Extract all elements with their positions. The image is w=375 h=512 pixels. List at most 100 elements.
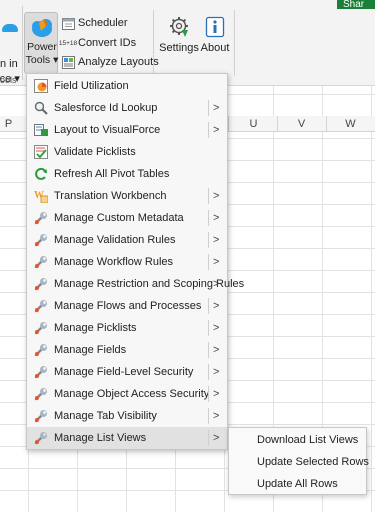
wrench-icon	[34, 410, 47, 423]
submenu-item-update-selected-rows[interactable]: Update Selected Rows	[229, 451, 369, 473]
partial-login-button[interactable]: n in rce ▾	[0, 14, 22, 85]
layout-icon	[61, 55, 75, 69]
chevron-right-icon: >	[213, 278, 220, 290]
layout-vf-icon	[34, 124, 48, 136]
menu-item-label: Manage Validation Rules	[54, 234, 176, 246]
wrench-icon	[34, 234, 47, 247]
convert-ids-icon: 15+18	[58, 39, 78, 47]
menu-item-label: Manage Object Access Security	[54, 388, 210, 400]
about-label: About	[200, 42, 230, 54]
info-icon	[205, 16, 225, 38]
submenu-item-download-list-views[interactable]: Download List Views	[229, 429, 366, 451]
chevron-right-icon: >	[213, 300, 220, 312]
wrench-icon	[34, 212, 47, 225]
refresh-icon	[35, 167, 47, 180]
menu-item-label: Manage Fields	[54, 344, 127, 356]
chevron-right-icon: >	[213, 190, 220, 202]
menu-item-label: Salesforce Id Lookup	[54, 102, 158, 114]
menu-item-label: Manage List Views	[54, 432, 147, 444]
wrench-icon	[34, 388, 47, 401]
cloud-icon	[2, 24, 18, 32]
chevron-right-icon: >	[213, 388, 220, 400]
menu-item-manage-field-level-security[interactable]: Manage Field-Level Security >	[27, 361, 227, 383]
menu-item-manage-tab-visibility[interactable]: Manage Tab Visibility >	[27, 405, 227, 427]
calendar-icon	[61, 16, 75, 30]
column-header[interactable]: V	[277, 116, 326, 132]
convert-ids-label: Convert IDs	[78, 37, 137, 49]
chevron-right-icon: >	[213, 102, 220, 114]
menu-item-field-utilization[interactable]: Field Utilization	[27, 75, 227, 97]
wrench-icon	[34, 322, 47, 335]
menu-item-manage-object-access-security[interactable]: Manage Object Access Security >	[27, 383, 227, 405]
menu-item-manage-flows-processes[interactable]: Manage Flows and Processes >	[27, 295, 227, 317]
field-utilization-icon	[34, 79, 48, 93]
submenu-divider	[208, 122, 209, 138]
power-tools-menu: Field Utilization Salesforce Id Lookup >…	[26, 73, 244, 450]
list-views-submenu: Download List Views Update Selected Rows…	[228, 427, 369, 495]
submenu-divider	[208, 232, 209, 248]
group-divider	[22, 6, 23, 80]
menu-item-label: Layout to VisualForce	[54, 124, 161, 136]
group-label: ools	[0, 75, 17, 85]
scheduler-label: Scheduler	[78, 17, 128, 29]
column-header[interactable]: U	[229, 116, 278, 132]
share-button[interactable]: Shar	[337, 0, 375, 9]
chevron-right-icon: >	[213, 124, 220, 136]
submenu-divider	[208, 430, 209, 446]
chevron-right-icon: >	[213, 256, 220, 268]
menu-item-manage-custom-metadata[interactable]: Manage Custom Metadata >	[27, 207, 227, 229]
wrench-icon	[34, 432, 47, 445]
menu-item-refresh-pivot-tables[interactable]: Refresh All Pivot Tables	[27, 163, 227, 185]
chevron-right-icon: >	[213, 410, 220, 422]
submenu-divider	[208, 386, 209, 402]
submenu-divider	[208, 298, 209, 314]
menu-item-manage-fields[interactable]: Manage Fields >	[27, 339, 227, 361]
group-divider	[153, 10, 154, 76]
magnifier-icon	[34, 101, 48, 115]
chevron-right-icon: >	[213, 322, 220, 334]
power-tools-button[interactable]: Power Tools ▾	[24, 12, 58, 74]
submenu-item-label: Download List Views	[257, 434, 359, 446]
menu-item-manage-workflow-rules[interactable]: Manage Workflow Rules >	[27, 251, 227, 273]
submenu-divider	[208, 100, 209, 116]
submenu-divider	[208, 408, 209, 424]
partial-button-line1: n in	[0, 58, 18, 70]
menu-item-label: Refresh All Pivot Tables	[54, 168, 170, 180]
menu-item-layout-to-visualforce[interactable]: Layout to VisualForce >	[27, 119, 227, 141]
convert-ids-button[interactable]: 15+18 Convert IDs	[58, 34, 137, 52]
submenu-divider	[208, 320, 209, 336]
scheduler-button[interactable]: Scheduler	[61, 14, 128, 32]
submenu-item-update-all-rows[interactable]: Update All Rows	[229, 473, 366, 495]
wrench-icon	[34, 256, 47, 269]
menu-item-manage-picklists[interactable]: Manage Picklists >	[27, 317, 227, 339]
menu-item-validate-picklists[interactable]: Validate Picklists	[27, 141, 227, 163]
submenu-divider	[208, 188, 209, 204]
about-button[interactable]: About	[196, 14, 234, 70]
analyze-layouts-button[interactable]: Analyze Layouts	[61, 53, 159, 71]
analyze-layouts-label: Analyze Layouts	[78, 56, 159, 68]
menu-item-label: Validate Picklists	[54, 146, 136, 158]
submenu-divider	[208, 364, 209, 380]
gear-icon	[170, 17, 188, 37]
menu-item-translation-workbench[interactable]: W Translation Workbench >	[27, 185, 227, 207]
menu-item-manage-list-views[interactable]: Manage List Views >	[27, 427, 227, 449]
menu-item-label: Manage Tab Visibility	[54, 410, 157, 422]
power-tools-label-1: Power	[27, 41, 57, 53]
menu-item-label: Translation Workbench	[54, 190, 167, 202]
wrench-icon	[34, 300, 47, 313]
menu-item-salesforce-id-lookup[interactable]: Salesforce Id Lookup >	[27, 97, 227, 119]
group-divider	[234, 10, 235, 76]
menu-item-manage-validation-rules[interactable]: Manage Validation Rules >	[27, 229, 227, 251]
submenu-item-label: Update All Rows	[257, 478, 338, 490]
translation-icon: W	[34, 190, 48, 203]
menu-item-manage-restriction-scoping-rules[interactable]: Manage Restriction and Scoping Rules >	[27, 273, 244, 295]
column-header[interactable]: W	[326, 116, 375, 132]
wrench-icon	[34, 344, 47, 357]
chevron-right-icon: >	[213, 366, 220, 378]
submenu-divider	[208, 254, 209, 270]
submenu-item-label: Update Selected Rows	[257, 456, 369, 468]
chevron-right-icon: >	[213, 344, 220, 356]
chevron-right-icon: >	[213, 212, 220, 224]
salesforce-cloud-icon	[32, 19, 52, 37]
power-tools-label-2: Tools ▾	[25, 54, 59, 66]
